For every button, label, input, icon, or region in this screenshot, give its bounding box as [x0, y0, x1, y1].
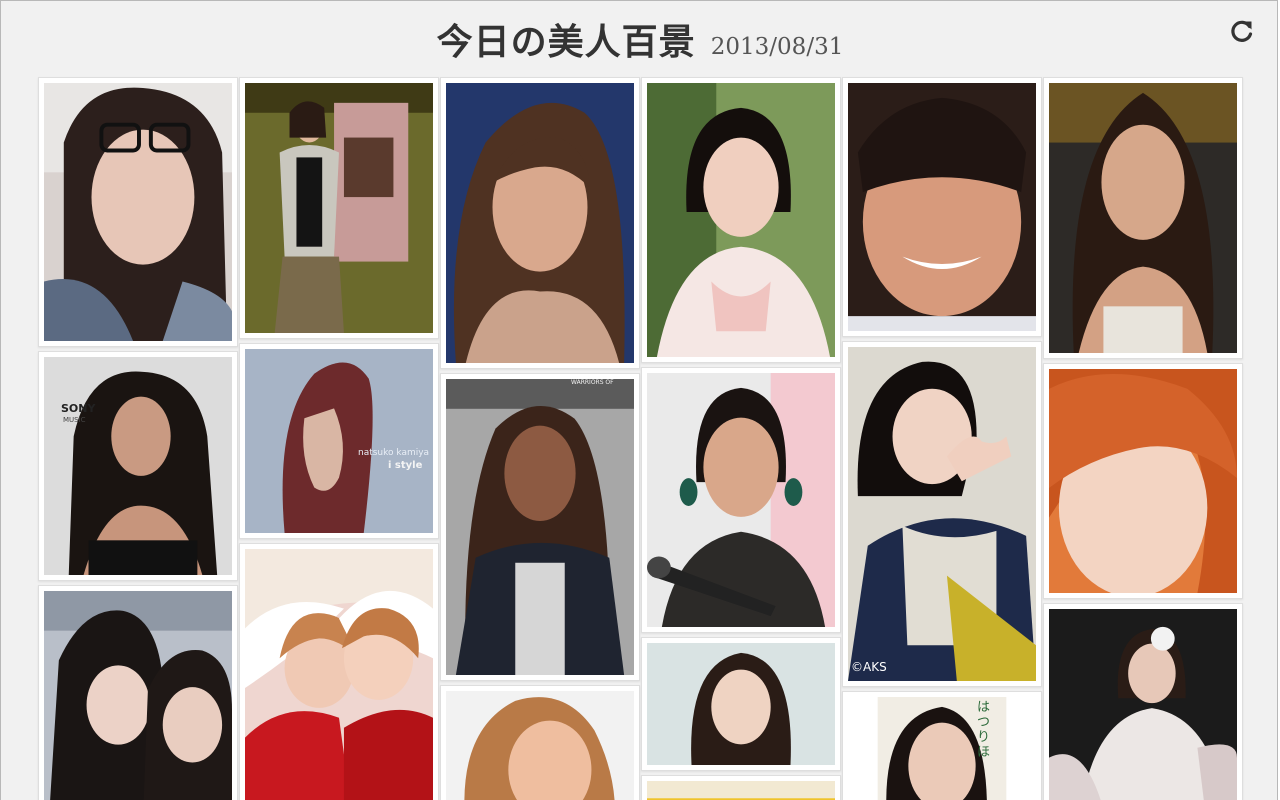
photo — [245, 83, 433, 333]
photo — [446, 691, 634, 800]
photo-card[interactable]: WARRIORS OF — [440, 373, 640, 681]
photo — [647, 83, 835, 357]
photo-grid: SONY MUSIC natsuko kamiya i style WARRIO… — [38, 77, 1244, 800]
photo — [44, 83, 232, 341]
photo — [446, 83, 634, 363]
photo-card[interactable] — [1043, 363, 1243, 599]
photo-card[interactable] — [641, 77, 841, 363]
photo — [848, 83, 1036, 331]
photo-card[interactable] — [1043, 603, 1243, 800]
title-row: 今日の美人百景 2013/08/31 — [1, 13, 1277, 65]
photo-card[interactable] — [38, 77, 238, 347]
page-date: 2013/08/31 — [710, 34, 844, 60]
photo — [647, 373, 835, 627]
photo — [1049, 369, 1237, 593]
photo — [647, 643, 835, 765]
photo-card[interactable]: natsuko kamiya i style — [239, 343, 439, 539]
photo-caption: i style — [388, 460, 423, 471]
photo-card[interactable]: SONY MUSIC — [38, 351, 238, 581]
photo-card[interactable]: はつりほ — [842, 691, 1042, 800]
photo-caption: WARRIORS OF — [571, 379, 614, 386]
photo-caption: natsuko kamiya — [358, 448, 430, 458]
photo-card[interactable] — [239, 543, 439, 800]
photo-caption: MUSIC — [63, 416, 86, 424]
photo-card[interactable] — [38, 585, 238, 800]
refresh-icon — [1231, 20, 1253, 42]
photo-card[interactable] — [239, 77, 439, 339]
refresh-button[interactable] — [1229, 18, 1255, 44]
photo — [647, 781, 835, 800]
photo-card[interactable] — [440, 77, 640, 369]
header: 今日の美人百景 2013/08/31 — [1, 1, 1277, 73]
photo-card[interactable] — [641, 775, 841, 800]
photo-card[interactable]: ©AKS — [842, 341, 1042, 687]
app-window: 今日の美人百景 2013/08/31 SONY MUSIC natsuko ka… — [0, 0, 1278, 800]
photo-caption: はつりほ — [977, 700, 991, 760]
photo — [245, 549, 433, 800]
photo — [1049, 83, 1237, 353]
photo-card[interactable] — [842, 77, 1042, 337]
photo — [1049, 609, 1237, 800]
photo — [848, 697, 1036, 800]
page-title: 今日の美人百景 — [436, 21, 696, 63]
photo — [245, 349, 433, 533]
photo-caption: ©AKS — [851, 660, 887, 674]
photo-card[interactable] — [641, 367, 841, 633]
photo — [446, 379, 634, 675]
photo-card[interactable] — [1043, 77, 1243, 359]
photo-card[interactable] — [641, 637, 841, 771]
photo — [44, 591, 232, 800]
photo-card[interactable] — [440, 685, 640, 800]
photo — [44, 357, 232, 575]
photo — [848, 347, 1036, 681]
photo-caption: SONY — [61, 402, 96, 415]
